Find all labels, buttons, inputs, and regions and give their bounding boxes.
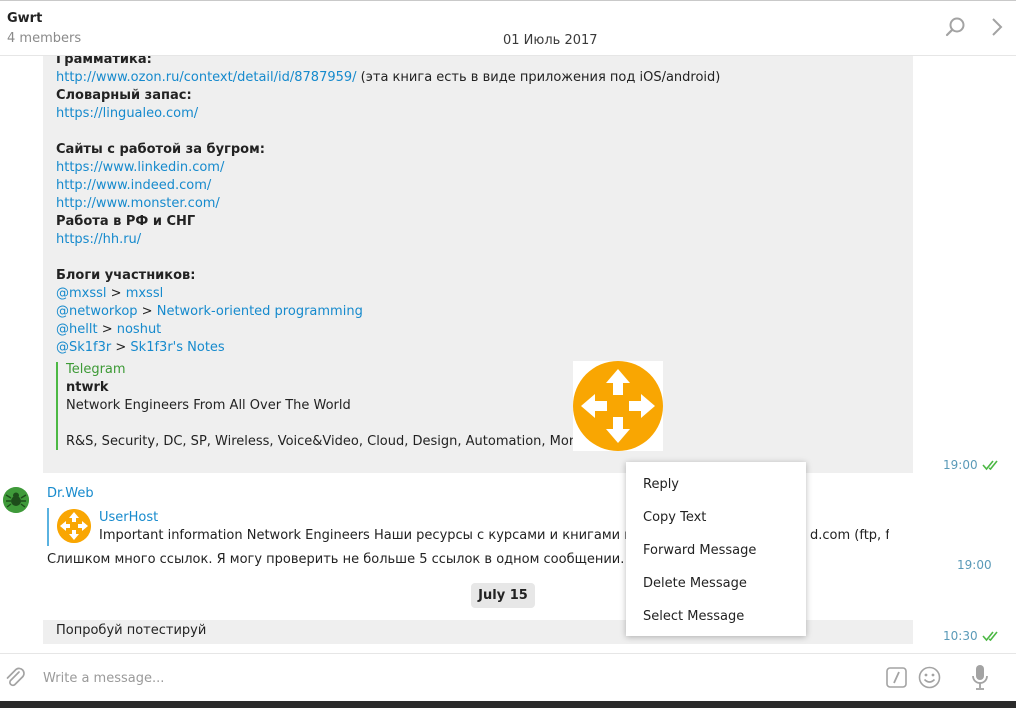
chevron-right-icon[interactable] [986, 15, 1010, 39]
web-preview-tags: R&S, Security, DC, SP, Wireless, Voice&V… [66, 434, 624, 449]
user-mention[interactable]: @hellt [56, 322, 98, 337]
forward-sender[interactable]: UserHost [99, 510, 158, 525]
chat-member-count[interactable]: 4 members [7, 31, 81, 46]
separator: > [111, 340, 131, 355]
menu-item-forward-message[interactable]: Forward Message [643, 543, 756, 558]
menu-item-delete-message[interactable]: Delete Message [643, 576, 747, 591]
blog-link[interactable]: Network-oriented programming [157, 304, 363, 319]
link[interactable]: http://www.indeed.com/ [56, 177, 211, 195]
chat-title[interactable]: Gwrt [7, 11, 42, 26]
message-text-line: Грамматика: [56, 56, 152, 67]
user-mention[interactable]: @mxssl [56, 286, 107, 301]
separator: > [137, 304, 157, 319]
message-list[interactable]: Грамматика: http://www.ozon.ru/context/d… [0, 56, 1016, 652]
user-mention[interactable]: @networkop [56, 304, 138, 319]
web-preview-site: Telegram [66, 362, 126, 377]
router-icon[interactable] [573, 361, 663, 451]
date-separator: July 15 [471, 583, 535, 608]
blog-entry: @Sk1f3r > Sk1f3r's Notes [56, 339, 225, 357]
message-text: Слишком много ссылок. Я могу проверить н… [47, 552, 625, 567]
paperclip-icon[interactable] [4, 666, 26, 690]
message-input[interactable] [43, 668, 863, 688]
forward-bar [47, 508, 49, 546]
link[interactable]: http://www.ozon.ru/context/detail/id/878… [56, 70, 357, 85]
message-time: 19:00 [943, 458, 978, 472]
taskbar-edge [0, 701, 1016, 708]
blog-entry: @hellt > noshut [56, 321, 161, 339]
double-check-icon [982, 460, 998, 471]
message-text: (эта книга есть в виде приложения под iO… [356, 70, 721, 85]
blog-entry: @mxssl > mxssl [56, 285, 163, 303]
chat-header: Gwrt 4 members 01 Июль 2017 [0, 1, 1016, 56]
emoji-icon[interactable] [918, 666, 941, 689]
message-text-line: Работа в РФ и СНГ [56, 214, 196, 229]
forward-text-start: Important information Network Engineers … [99, 528, 686, 543]
message-text-line: Сайты с работой за бугром: [56, 142, 265, 157]
menu-item-reply[interactable]: Reply [643, 477, 679, 492]
user-mention[interactable]: @Sk1f3r [56, 340, 111, 355]
message-text-line: Словарный запас: [56, 88, 192, 103]
microphone-icon[interactable] [970, 664, 990, 692]
web-preview-bar [56, 362, 58, 450]
separator: > [106, 286, 126, 301]
message-time: 19:00 [957, 558, 992, 572]
separator: > [97, 322, 117, 337]
blog-link[interactable]: noshut [117, 322, 162, 337]
search-icon[interactable] [944, 15, 968, 39]
slash-commands-icon[interactable] [886, 667, 907, 688]
message-link-line: http://www.ozon.ru/context/detail/id/878… [56, 69, 720, 87]
blog-entry: @networkop > Network-oriented programmin… [56, 303, 363, 321]
menu-item-select-message[interactable]: Select Message [643, 609, 744, 624]
double-check-icon [982, 631, 998, 642]
message-text-line: Блоги участников: [56, 268, 196, 283]
link[interactable]: https://lingualeo.com/ [56, 105, 198, 123]
link[interactable]: http://www.monster.com/ [56, 195, 220, 213]
date-header: 01 Июль 2017 [503, 33, 598, 48]
context-menu: Reply Copy Text Forward Message Delete M… [626, 462, 806, 636]
forward-text-end: d.com (ftp, f... [810, 528, 889, 543]
link[interactable]: https://www.linkedin.com/ [56, 159, 224, 177]
router-icon[interactable] [57, 509, 91, 543]
sender-name[interactable]: Dr.Web [47, 486, 94, 501]
web-preview-title: ntwrk [66, 380, 109, 395]
web-preview-description: Network Engineers From All Over The Worl… [66, 398, 351, 413]
link[interactable]: https://hh.ru/ [56, 231, 141, 249]
message-time: 10:30 [943, 629, 978, 643]
message-text: Попробуй потестируй [56, 623, 207, 638]
blog-link[interactable]: Sk1f3r's Notes [130, 340, 224, 355]
blog-link[interactable]: mxssl [126, 286, 164, 301]
message-composer [0, 653, 1016, 701]
menu-item-copy-text[interactable]: Copy Text [643, 510, 706, 525]
drweb-spider-icon[interactable] [3, 487, 29, 513]
